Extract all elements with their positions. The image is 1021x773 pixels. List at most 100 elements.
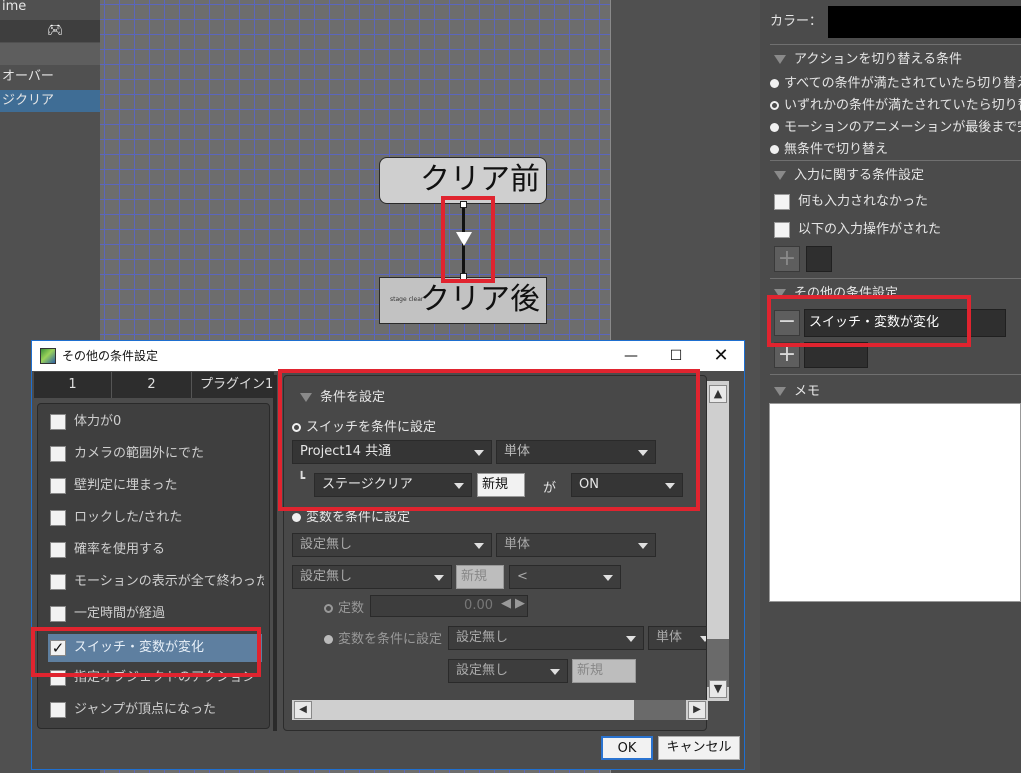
list-item[interactable]: 体力が0 bbox=[50, 410, 264, 434]
radio-selected-icon bbox=[324, 604, 333, 613]
scroll-down-icon[interactable]: ▼ bbox=[709, 680, 727, 698]
cmp-scope-select[interactable]: 設定無し bbox=[448, 626, 644, 650]
list-item[interactable]: ime bbox=[0, 0, 100, 18]
switch-name-select[interactable]: ステージクリア bbox=[314, 473, 472, 497]
scroll-track[interactable] bbox=[634, 700, 686, 720]
checkbox-icon bbox=[50, 573, 66, 590]
section-header-switch[interactable]: アクションを切り替える条件 bbox=[774, 48, 962, 67]
radio-icon bbox=[770, 123, 779, 132]
add-condition-button[interactable]: + bbox=[774, 342, 800, 368]
list-item-selected[interactable]: ジクリア bbox=[0, 90, 100, 112]
divider bbox=[770, 278, 1021, 279]
switch-value-select[interactable]: ON bbox=[571, 473, 683, 497]
switch-radio[interactable]: スイッチを条件に設定 bbox=[292, 416, 436, 435]
constant-spinner[interactable]: 0.00 ◀ ▶ bbox=[370, 595, 528, 617]
node-before-clear[interactable]: クリア前 bbox=[379, 157, 547, 204]
condition-item-switch-var[interactable]: スイッチ・変数が変化 bbox=[804, 309, 1006, 337]
splitter[interactable] bbox=[273, 375, 277, 731]
constant-value: 0.00 bbox=[464, 598, 493, 613]
ga-label: が bbox=[543, 481, 557, 496]
check-no-input[interactable]: 何も入力されなかった bbox=[774, 190, 928, 210]
checkbox-icon bbox=[50, 605, 66, 622]
tab-2[interactable]: 2 bbox=[112, 372, 192, 398]
list-item[interactable]: 🎮︎ bbox=[0, 20, 100, 42]
section-header-other[interactable]: その他の条件設定 bbox=[774, 282, 898, 301]
link-handle-bottom[interactable] bbox=[460, 273, 467, 280]
list-item[interactable]: カメラの範囲外にでた bbox=[50, 442, 264, 466]
list-item-selected[interactable]: ✓ スイッチ・変数が変化 bbox=[48, 634, 262, 662]
scroll-up-icon[interactable]: ▲ bbox=[709, 385, 727, 403]
condition-slot[interactable] bbox=[804, 342, 868, 368]
var-operator-select[interactable]: < bbox=[509, 565, 621, 589]
var-compare-radio[interactable]: 変数を条件に設定 bbox=[324, 628, 442, 647]
property-panel: カラー： アクションを切り替える条件 すべての条件が満たされていたら切り替え い… bbox=[760, 0, 1021, 773]
panel-header[interactable]: 条件を設定 bbox=[300, 386, 385, 405]
checkbox-icon bbox=[774, 221, 790, 238]
switch-type-select[interactable]: 単体 bbox=[496, 440, 656, 464]
tab-plugin1[interactable]: プラグイン1 bbox=[192, 372, 274, 398]
checkbox-icon bbox=[50, 669, 66, 686]
switch-scope-select[interactable]: Project14 共通 bbox=[292, 440, 492, 464]
list-item[interactable]: オーバー bbox=[0, 66, 100, 88]
variable-radio[interactable]: 変数を条件に設定 bbox=[292, 506, 410, 525]
section-header-memo[interactable]: メモ bbox=[774, 380, 820, 399]
collapse-triangle-icon bbox=[774, 171, 786, 180]
list-item[interactable] bbox=[0, 43, 100, 65]
check-input-op[interactable]: 以下の入力操作がされた bbox=[774, 218, 941, 238]
list-item[interactable]: 指定オブジェクトのアクション bbox=[50, 666, 264, 690]
link-handle-top[interactable] bbox=[460, 201, 467, 208]
increment-icon[interactable]: ▶ bbox=[515, 596, 525, 611]
scroll-right-icon[interactable]: ▶ bbox=[688, 701, 706, 719]
divider bbox=[770, 160, 1021, 161]
tab-1[interactable]: 1 bbox=[34, 372, 112, 398]
list-item[interactable]: ジャンプが頂点になった bbox=[50, 698, 264, 722]
list-item[interactable]: ロックした/された bbox=[50, 506, 264, 530]
remove-condition-button[interactable]: − bbox=[774, 310, 800, 336]
condition-list: 体力が0 カメラの範囲外にでた 壁判定に埋まった ロックした/された 確率を使用… bbox=[37, 403, 270, 729]
maximize-button[interactable]: ☐ bbox=[653, 341, 699, 371]
horizontal-scrollbar[interactable]: ◀ ▶ bbox=[292, 700, 708, 720]
list-item[interactable]: 一定時間が経過 bbox=[50, 602, 264, 626]
vertical-scrollbar[interactable]: ▲ ▼ bbox=[707, 381, 729, 701]
radio-selected-icon bbox=[292, 423, 301, 432]
dialog-titlebar[interactable]: その他の条件設定 — ☐ ✕ bbox=[32, 341, 744, 371]
decrement-icon[interactable]: ◀ bbox=[501, 596, 511, 611]
divider bbox=[770, 44, 1021, 45]
memo-textarea[interactable] bbox=[769, 403, 1021, 602]
constant-radio[interactable]: 定数 bbox=[324, 597, 364, 616]
color-swatch[interactable] bbox=[828, 6, 1021, 38]
cmp-type-select[interactable]: 単体 bbox=[648, 626, 706, 650]
radio-all-conditions[interactable]: すべての条件が満たされていたら切り替え bbox=[770, 72, 1021, 91]
new-switch-button[interactable]: 新規 bbox=[477, 473, 525, 497]
var-scope-select[interactable]: 設定無し bbox=[292, 533, 492, 557]
scroll-left-icon[interactable]: ◀ bbox=[294, 701, 312, 719]
list-item[interactable]: 壁判定に埋まった bbox=[50, 474, 264, 498]
node-after-clear[interactable]: stage clear クリア後 bbox=[379, 277, 547, 324]
section-header-input[interactable]: 入力に関する条件設定 bbox=[774, 164, 924, 183]
input-op-slot[interactable] bbox=[806, 246, 832, 272]
indent-corner-icon: ┗ bbox=[298, 471, 306, 485]
radio-unconditional[interactable]: 無条件で切り替え bbox=[770, 138, 888, 157]
list-item[interactable]: モーションの表示が全て終わった bbox=[50, 570, 264, 594]
color-label: カラー： bbox=[770, 14, 823, 29]
radio-any-condition[interactable]: いずれかの条件が満たされていたら切り替え bbox=[770, 94, 1021, 113]
checkbox-icon bbox=[50, 701, 66, 718]
dialog-title: その他の条件設定 bbox=[62, 349, 159, 363]
list-item[interactable]: 確率を使用する bbox=[50, 538, 264, 562]
new-var-button[interactable]: 新規 bbox=[456, 565, 504, 589]
radio-animation-complete[interactable]: モーションのアニメーションが最後まで完了 bbox=[770, 116, 1021, 135]
minimize-button[interactable]: — bbox=[608, 341, 654, 371]
checkbox-icon bbox=[50, 509, 66, 526]
collapse-triangle-icon bbox=[774, 55, 786, 64]
var-type-select[interactable]: 単体 bbox=[496, 533, 656, 557]
var-name-select[interactable]: 設定無し bbox=[292, 565, 452, 589]
ok-button[interactable]: OK bbox=[601, 736, 653, 760]
checkbox-icon bbox=[50, 445, 66, 462]
add-input-button[interactable]: + bbox=[774, 246, 800, 272]
cancel-button[interactable]: キャンセル bbox=[658, 736, 740, 760]
close-button[interactable]: ✕ bbox=[698, 341, 744, 371]
cmp-name-select[interactable]: 設定無し bbox=[448, 659, 568, 683]
app-icon bbox=[40, 348, 56, 364]
radio-icon bbox=[324, 635, 333, 644]
cmp-new-button[interactable]: 新規 bbox=[572, 659, 636, 683]
